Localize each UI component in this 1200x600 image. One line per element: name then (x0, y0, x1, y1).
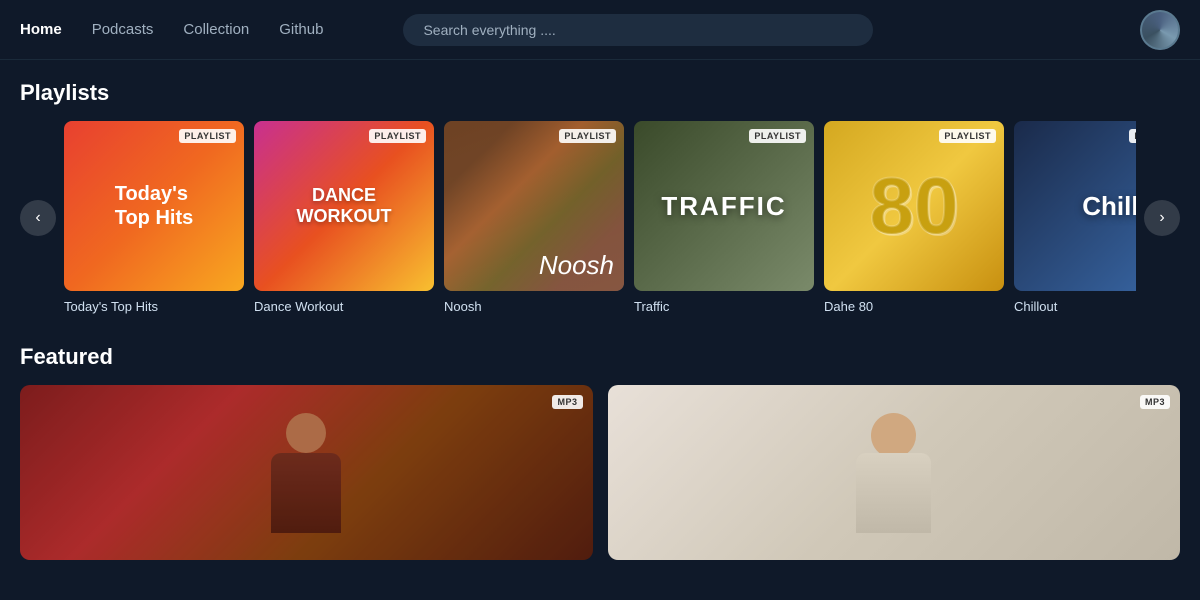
featured-title: Featured (20, 344, 1180, 370)
person-body-2 (856, 453, 931, 533)
playlist-card-chillout[interactable]: PLAYLIST Chillout Chillout (1014, 121, 1136, 314)
playlist-thumbnail-top-hits: PLAYLIST Today'sTop Hits (64, 121, 244, 291)
playlist-card-traffic[interactable]: PLAYLIST TRAFFIC Traffic (634, 121, 814, 314)
playlist-badge-top-hits: PLAYLIST (179, 129, 236, 143)
featured-thumbnail-2: MP3 (608, 385, 1181, 560)
playlist-badge-dahe-80: PLAYLIST (939, 129, 996, 143)
featured-badge-2: MP3 (1140, 395, 1170, 409)
featured-grid: MP3 MP3 (20, 385, 1180, 560)
playlists-grid: PLAYLIST Today'sTop Hits Today's Top Hit… (64, 121, 1136, 314)
nav-home[interactable]: Home (20, 21, 62, 38)
playlist-art-text-noosh: Noosh (539, 250, 614, 281)
playlist-art-text-dance-workout: DANCEWORKOUT (287, 175, 402, 237)
playlist-thumbnail-traffic: PLAYLIST TRAFFIC (634, 121, 814, 291)
person-head-1 (286, 413, 326, 453)
person-head-2 (871, 413, 916, 458)
playlists-title: Playlists (20, 80, 1180, 106)
featured-badge-1: MP3 (552, 395, 582, 409)
playlist-badge-chillout: PLAYLIST (1129, 129, 1136, 143)
playlist-badge-traffic: PLAYLIST (749, 129, 806, 143)
person-body-1 (271, 453, 341, 533)
carousel-prev-button[interactable]: ‹ (20, 200, 56, 236)
featured-thumbnail-1: MP3 (20, 385, 593, 560)
nav-collection[interactable]: Collection (183, 21, 249, 38)
search-input[interactable] (403, 14, 873, 46)
playlist-card-dahe-80[interactable]: PLAYLIST 80 Dahe 80 (824, 121, 1004, 314)
playlists-section: Playlists ‹ PLAYLIST Today'sTop Hits Tod… (20, 80, 1180, 314)
nav-podcasts[interactable]: Podcasts (92, 21, 154, 38)
featured-section: Featured MP3 MP3 (20, 344, 1180, 560)
playlist-thumbnail-dance-workout: PLAYLIST DANCEWORKOUT (254, 121, 434, 291)
avatar-circle (1140, 10, 1180, 50)
playlist-name-dance-workout: Dance Workout (254, 299, 434, 314)
playlist-name-noosh: Noosh (444, 299, 624, 314)
person-figure-2 (854, 413, 934, 533)
main-content: Playlists ‹ PLAYLIST Today'sTop Hits Tod… (0, 60, 1200, 600)
playlist-art-text-dahe-80: 80 (870, 166, 959, 246)
navbar: Home Podcasts Collection Github (0, 0, 1200, 60)
playlist-name-traffic: Traffic (634, 299, 814, 314)
playlist-thumbnail-noosh: PLAYLIST Noosh (444, 121, 624, 291)
playlist-art-text-chillout: Chillout (1082, 191, 1136, 222)
playlist-name-chillout: Chillout (1014, 299, 1136, 314)
playlist-thumbnail-chillout: PLAYLIST Chillout (1014, 121, 1136, 291)
playlist-card-dance-workout[interactable]: PLAYLIST DANCEWORKOUT Dance Workout (254, 121, 434, 314)
featured-card-2[interactable]: MP3 (608, 385, 1181, 560)
nav-links: Home Podcasts Collection Github (20, 21, 323, 38)
playlist-name-top-hits: Today's Top Hits (64, 299, 244, 314)
avatar[interactable] (1140, 10, 1180, 50)
carousel-next-button[interactable]: › (1144, 200, 1180, 236)
playlist-card-noosh[interactable]: PLAYLIST Noosh Noosh (444, 121, 624, 314)
featured-card-1[interactable]: MP3 (20, 385, 593, 560)
playlist-badge-dance-workout: PLAYLIST (369, 129, 426, 143)
playlist-art-text-top-hits: Today'sTop Hits (100, 167, 209, 245)
nav-github[interactable]: Github (279, 21, 323, 38)
playlist-art-text-traffic: TRAFFIC (661, 191, 786, 222)
playlist-card-top-hits[interactable]: PLAYLIST Today'sTop Hits Today's Top Hit… (64, 121, 244, 314)
playlist-thumbnail-dahe-80: PLAYLIST 80 (824, 121, 1004, 291)
playlist-name-dahe-80: Dahe 80 (824, 299, 1004, 314)
playlists-carousel: ‹ PLAYLIST Today'sTop Hits Today's Top H… (20, 121, 1180, 314)
person-figure-1 (266, 413, 346, 533)
playlist-badge-noosh: PLAYLIST (559, 129, 616, 143)
